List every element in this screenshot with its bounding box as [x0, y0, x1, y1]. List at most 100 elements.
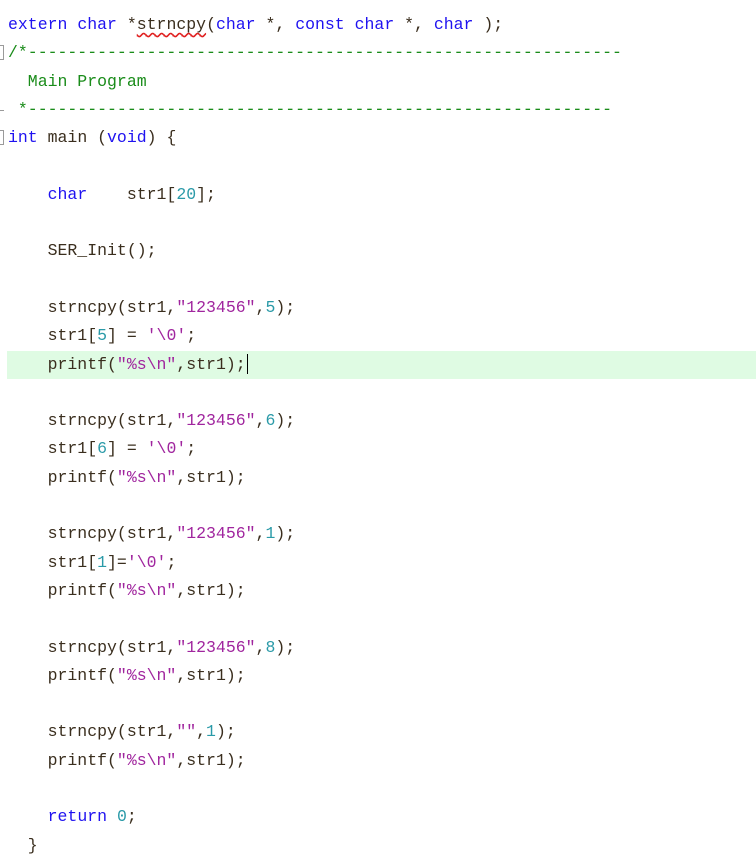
- keyword-token: int: [8, 128, 38, 148]
- code-line[interactable]: strncpy(str1,"123456",6);: [0, 407, 756, 435]
- keyword-token: extern: [8, 15, 68, 34]
- code-line[interactable]: SER_Init();: [0, 237, 756, 265]
- string-literal: "123456": [176, 297, 256, 317]
- code-line[interactable]: printf("%s\n",str1);: [0, 577, 756, 605]
- code-line[interactable]: }: [0, 832, 756, 860]
- code-line[interactable]: Main Program: [0, 68, 756, 96]
- code-text: ,str1);: [176, 467, 246, 487]
- code-text: ,: [255, 297, 266, 317]
- fold-marker-icon[interactable]: [0, 130, 4, 146]
- code-line[interactable]: [0, 379, 756, 407]
- code-text: strncpy(str1,: [8, 637, 177, 657]
- code-line[interactable]: printf("%s\n",str1);: [0, 662, 756, 690]
- code-line[interactable]: strncpy(str1,"123456",5);: [0, 294, 756, 322]
- code-line[interactable]: int main (void) {: [0, 124, 756, 152]
- code-line[interactable]: printf("%s\n",str1);: [0, 464, 756, 492]
- code-text: );: [275, 411, 296, 431]
- code-line[interactable]: [0, 492, 756, 520]
- code-text: (: [206, 15, 216, 34]
- code-line[interactable]: [0, 152, 756, 180]
- code-text: ,str1);: [176, 750, 246, 770]
- code-text: ,: [255, 637, 266, 657]
- keyword-token: const: [295, 15, 345, 34]
- string-literal: "123456": [176, 411, 256, 431]
- number-literal: 6: [97, 439, 108, 459]
- comment-token: /*--------------------------------------…: [8, 43, 622, 63]
- fold-marker-icon[interactable]: [0, 45, 4, 61]
- code-line[interactable]: str1[1]='\0';: [0, 549, 756, 577]
- string-literal: "%s\n": [116, 580, 177, 600]
- code-text: ] =: [107, 439, 147, 459]
- string-literal: "123456": [176, 637, 256, 657]
- code-text: strncpy(str1,: [8, 722, 177, 742]
- code-text: );: [215, 722, 236, 742]
- code-line[interactable]: [0, 605, 756, 633]
- code-line[interactable]: [0, 775, 756, 803]
- fold-end-icon: [0, 109, 4, 111]
- code-text: str1[: [87, 184, 177, 204]
- code-text: ,: [255, 411, 266, 431]
- code-text: *,: [255, 15, 296, 34]
- code-text: strncpy(str1,: [8, 411, 177, 431]
- code-editor[interactable]: extern char *strncpy(char *, const char …: [0, 11, 756, 860]
- keyword-token: char: [47, 184, 88, 204]
- code-text: ]=: [107, 552, 127, 572]
- code-text: ,: [196, 722, 207, 742]
- keyword-token: char: [215, 15, 256, 34]
- keyword-token: char: [354, 15, 395, 34]
- code-line[interactable]: strncpy(str1,"123456",8);: [0, 634, 756, 662]
- string-literal: "%s\n": [116, 750, 177, 770]
- code-text: );: [275, 637, 296, 657]
- number-literal: 20: [176, 184, 197, 204]
- code-line[interactable]: strncpy(str1,"",1);: [0, 718, 756, 746]
- code-text: main (: [37, 128, 108, 148]
- string-literal: "123456": [176, 524, 256, 544]
- code-line[interactable]: *---------------------------------------…: [0, 96, 756, 124]
- code-text: str1[: [8, 439, 98, 459]
- string-literal: '\0': [146, 439, 187, 459]
- code-text: printf(: [8, 665, 117, 685]
- code-text: printf(: [8, 580, 117, 600]
- code-line[interactable]: printf("%s\n",str1);: [0, 747, 756, 775]
- code-text: strncpy(str1,: [8, 524, 177, 544]
- code-text: printf(: [8, 750, 117, 770]
- code-text: ;: [186, 326, 197, 346]
- code-text: *: [116, 15, 137, 34]
- code-text: str1[: [8, 552, 98, 572]
- code-line[interactable]: str1[5] = '\0';: [0, 322, 756, 350]
- keyword-token: void: [107, 128, 147, 148]
- code-line[interactable]: char str1[20];: [0, 181, 756, 209]
- number-literal: 8: [265, 637, 276, 657]
- code-line[interactable]: /*--------------------------------------…: [0, 39, 756, 67]
- code-line[interactable]: str1[6] = '\0';: [0, 435, 756, 463]
- comment-token: Main Program: [8, 71, 147, 91]
- code-line[interactable]: return 0;: [0, 803, 756, 831]
- code-text: SER_Init();: [8, 241, 157, 261]
- string-literal: '\0': [146, 326, 187, 346]
- code-line[interactable]: strncpy(str1,"123456",1);: [0, 520, 756, 548]
- number-literal: 1: [206, 722, 216, 742]
- string-literal: "%s\n": [116, 354, 177, 374]
- number-literal: 5: [97, 326, 108, 346]
- code-text: ];: [196, 184, 216, 204]
- code-line[interactable]: [0, 266, 756, 294]
- code-text: ,: [255, 524, 266, 544]
- code-line[interactable]: [0, 690, 756, 718]
- number-literal: 6: [265, 411, 276, 431]
- string-literal: "": [176, 722, 197, 742]
- code-line-current[interactable]: printf("%s\n",str1);: [7, 350, 756, 379]
- code-line[interactable]: extern char *strncpy(char *, const char …: [0, 11, 756, 39]
- code-text: ,str1);: [176, 354, 246, 374]
- misspelled-identifier: strncpy: [136, 15, 207, 34]
- code-line[interactable]: [0, 209, 756, 237]
- code-text: printf(: [8, 354, 117, 374]
- code-text: );: [473, 15, 504, 34]
- number-literal: 5: [265, 297, 276, 317]
- code-text: ;: [126, 807, 137, 827]
- keyword-token: char: [433, 15, 474, 34]
- string-literal: "%s\n": [116, 665, 177, 685]
